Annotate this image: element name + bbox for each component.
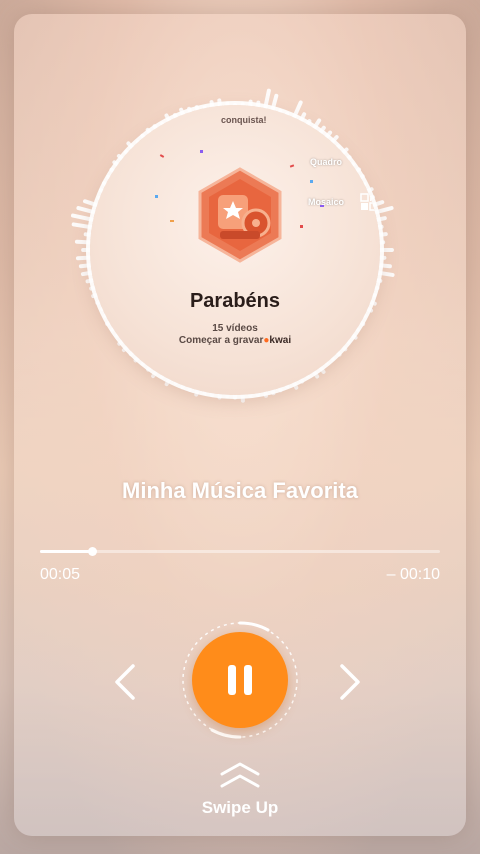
visualizer-bar xyxy=(262,88,271,113)
remaining-time: – 00:10 xyxy=(386,566,440,583)
elapsed-time: 00:05 xyxy=(40,566,81,583)
disc-top-text: conquista! xyxy=(221,115,267,125)
swipe-up-hint[interactable] xyxy=(0,760,480,795)
double-chevron-up-icon xyxy=(220,762,260,788)
chevron-left-icon xyxy=(115,664,135,700)
brand-name: kwai xyxy=(269,335,292,346)
previous-button[interactable] xyxy=(104,660,144,704)
pause-button[interactable] xyxy=(192,632,288,728)
visualizer-bar xyxy=(70,213,98,223)
pause-icon xyxy=(228,665,252,695)
chevron-right-icon xyxy=(340,664,360,700)
album-art: conquista! Quadro Mosaico Parabéns 15 ví… xyxy=(70,80,400,420)
achievement-badge-icon xyxy=(198,167,282,263)
mosaic-icon xyxy=(360,193,378,211)
video-count: 15 vídeos xyxy=(212,323,258,334)
swipe-up-label[interactable]: Swipe Up xyxy=(0,798,480,818)
visualizer-bar xyxy=(374,270,395,277)
next-button[interactable] xyxy=(331,660,371,704)
progress-bar[interactable] xyxy=(40,547,440,556)
cta-line: Começar a gravar●kwai xyxy=(90,335,380,346)
progress-fill xyxy=(40,550,92,553)
congrats-headline: Parabéns xyxy=(189,290,281,312)
song-title: Minha Música Favorita xyxy=(122,478,358,503)
progress-handle[interactable] xyxy=(88,547,97,556)
album-disc: conquista! Quadro Mosaico Parabéns 15 ví… xyxy=(90,105,380,395)
cta-text: Começar a gravar xyxy=(178,335,264,346)
